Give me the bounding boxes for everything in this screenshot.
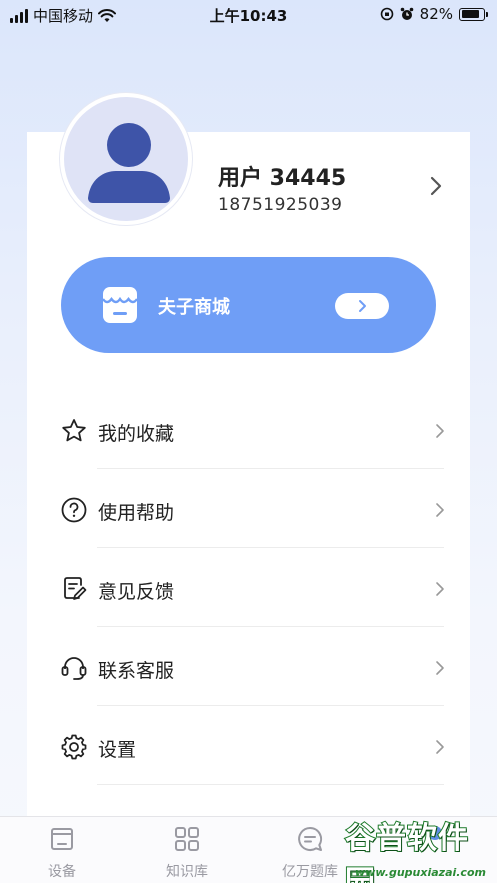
user-name[interactable]: 用户 34445 xyxy=(218,160,346,192)
battery-icon xyxy=(459,7,488,21)
status-right: 82% xyxy=(380,5,488,23)
tab-label: 知识库 xyxy=(166,864,208,880)
status-bar: 中国移动 上午10:43 82% xyxy=(0,0,497,30)
orientation-lock-icon xyxy=(380,7,393,21)
headset-icon xyxy=(61,657,87,680)
chevron-right-icon xyxy=(436,424,444,438)
watermark-url: www.gupuxiazai.com xyxy=(355,866,486,879)
store-banner[interactable]: 夫子商城 xyxy=(61,257,436,353)
menu-item-customer-service[interactable]: 联系客服 xyxy=(0,627,497,706)
store-label: 夫子商城 xyxy=(158,297,230,318)
tab-knowledge[interactable]: 知识库 xyxy=(147,817,227,883)
chevron-right-icon xyxy=(436,582,444,596)
grid-icon xyxy=(175,827,199,851)
menu-item-label: 我的收藏 xyxy=(98,423,175,445)
tab-label: 设备 xyxy=(48,864,76,880)
device-icon xyxy=(51,828,73,850)
star-icon xyxy=(62,419,86,442)
chevron-right-icon xyxy=(359,300,366,312)
menu-item-label: 使用帮助 xyxy=(98,502,175,524)
tab-question-bank[interactable]: 亿万题库 xyxy=(270,817,350,883)
chevron-right-icon xyxy=(436,503,444,517)
question-bank-icon xyxy=(298,826,323,851)
store-icon xyxy=(102,287,138,323)
menu-item-label: 联系客服 xyxy=(98,660,175,682)
chevron-right-icon xyxy=(436,740,444,754)
menu-item-favorites[interactable]: 我的收藏 xyxy=(0,390,497,469)
chevron-right-icon[interactable] xyxy=(426,172,446,200)
menu-item-help[interactable]: 使用帮助 xyxy=(0,469,497,548)
menu-item-feedback[interactable]: 意见反馈 xyxy=(0,548,497,627)
tab-device[interactable]: 设备 xyxy=(22,817,102,883)
alarm-icon xyxy=(400,7,413,20)
help-circle-icon xyxy=(61,497,87,523)
store-go-button[interactable] xyxy=(335,293,389,319)
menu-item-label: 意见反馈 xyxy=(98,581,175,603)
tab-label: 亿万题库 xyxy=(282,864,338,880)
battery-percent: 82% xyxy=(419,5,453,23)
menu-item-settings[interactable]: 设置 xyxy=(0,706,497,785)
chevron-right-icon xyxy=(436,661,444,675)
menu-item-label: 设置 xyxy=(98,739,137,761)
user-phone: 18751925039 xyxy=(218,195,343,215)
feedback-icon xyxy=(64,577,87,600)
divider xyxy=(97,784,444,785)
avatar[interactable] xyxy=(60,93,192,225)
gear-icon xyxy=(61,734,87,760)
